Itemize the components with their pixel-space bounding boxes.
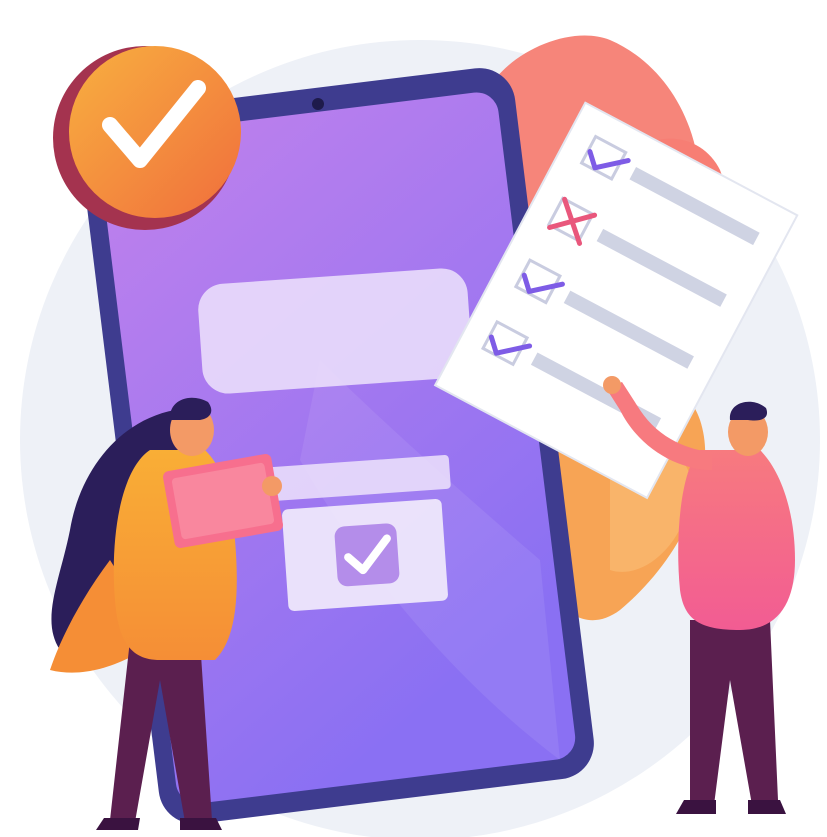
man-shoe-left: [676, 800, 716, 814]
man-shoe-right: [748, 800, 786, 814]
man-hand: [603, 376, 621, 394]
checkbox-checked-icon: [334, 523, 400, 587]
woman-shoe-left: [96, 818, 140, 830]
woman-shoe-right: [180, 818, 222, 830]
man-legs: [690, 620, 778, 805]
illustration-stage: [0, 0, 827, 837]
screen-banner: [198, 268, 472, 394]
phone-camera: [312, 98, 324, 110]
checklist-illustration: [20, 35, 820, 837]
woman-hand: [262, 476, 282, 496]
man-shirt: [678, 450, 795, 630]
